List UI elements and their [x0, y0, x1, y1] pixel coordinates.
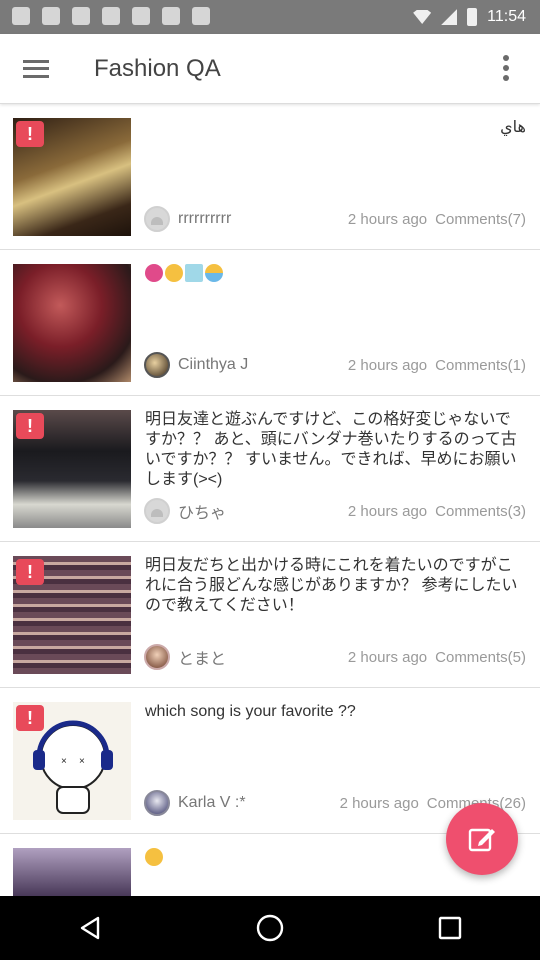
post-time: 2 hours ago [347, 648, 428, 666]
author-name[interactable]: ひちゃ [178, 499, 340, 523]
post-time: 2 hours ago [347, 210, 428, 228]
question-thumbnail[interactable]: ! [13, 118, 131, 236]
compose-icon [468, 828, 495, 852]
comments-count[interactable]: Comments(1) [435, 357, 526, 374]
menu-button[interactable] [0, 34, 72, 104]
question-item[interactable]: ! 明日友だちと出かける時にこれを着たいのですがこれに合う服どんな感じがあります… [0, 542, 540, 688]
question-text: which song is your favorite ?? [145, 703, 356, 720]
avatar[interactable] [144, 206, 170, 232]
wrench-icon [42, 7, 60, 25]
page-title: Fashion QA [94, 54, 221, 82]
wrench-icon [12, 7, 30, 25]
question-meta: Ciinthya J 2 hours ago Comments(1) [144, 352, 526, 378]
cocktail-emoji-icon [185, 264, 203, 282]
question-meta: rrrrrrrrrr 2 hours ago Comments(7) [144, 206, 526, 232]
battery-icon [467, 8, 478, 26]
alert-icon[interactable]: ! [16, 413, 44, 439]
heart-eyes-emoji-icon [145, 848, 163, 866]
svg-text:×: × [79, 756, 85, 767]
recents-square-icon [438, 916, 462, 940]
post-time: 2 hours ago [347, 356, 428, 374]
comments-count[interactable]: Comments(5) [435, 649, 526, 666]
question-feed[interactable]: ! هاي rrrrrrrrrr 2 hours ago Comments(7)… [0, 104, 540, 896]
question-thumbnail[interactable]: × × ! [13, 702, 131, 820]
svg-text:×: × [61, 756, 67, 767]
author-name[interactable]: Ciinthya J [178, 356, 340, 374]
signal-icon [441, 9, 458, 25]
back-button[interactable] [60, 898, 120, 958]
back-triangle-icon [80, 916, 100, 940]
file-icon [162, 7, 180, 25]
status-time: 11:54 [487, 8, 526, 25]
heart-eyes-emoji-icon [165, 264, 183, 282]
question-meta: とまと 2 hours ago Comments(5) [144, 644, 526, 670]
question-text: هاي [500, 119, 526, 136]
question-thumbnail[interactable]: ! [13, 556, 131, 674]
question-thumbnail[interactable]: ! [13, 410, 131, 528]
notification-icons [12, 7, 210, 25]
question-text [145, 264, 526, 282]
mail-icon [192, 7, 210, 25]
wifi-icon [413, 10, 432, 24]
alert-icon[interactable]: ! [16, 559, 44, 585]
alert-icon[interactable]: ! [16, 121, 44, 147]
question-text: 明日友だちと出かける時にこれを着たいのですがこれに合う服どんな感じがありますか？… [145, 557, 518, 614]
post-time: 2 hours ago [347, 502, 428, 520]
system-nav-bar [0, 896, 540, 960]
comments-count[interactable]: Comments(7) [435, 211, 526, 228]
overflow-menu-button[interactable] [486, 48, 526, 88]
avatar[interactable] [144, 790, 170, 816]
author-name[interactable]: rrrrrrrrrr [178, 210, 340, 228]
image-icon [102, 7, 120, 25]
question-thumbnail[interactable] [13, 848, 131, 896]
compose-question-button[interactable] [446, 803, 518, 875]
app-bar: Fashion QA [0, 34, 540, 104]
more-vert-icon [503, 55, 509, 61]
recents-button[interactable] [420, 898, 480, 958]
lips-emoji-icon [145, 264, 163, 282]
question-item[interactable]: Ciinthya J 2 hours ago Comments(1) [0, 250, 540, 396]
question-item[interactable]: ! 明日友達と遊ぶんですけど、この格好変じゃないですか？？ あと、頭にバンダナ巻… [0, 396, 540, 542]
question-meta: ひちゃ 2 hours ago Comments(3) [144, 498, 526, 524]
hamburger-icon [23, 59, 49, 78]
comments-count[interactable]: Comments(3) [435, 503, 526, 520]
status-bar: 11:54 [0, 0, 540, 34]
sunrise-emoji-icon [205, 264, 223, 282]
author-name[interactable]: とまと [178, 645, 340, 669]
file-icon [132, 7, 150, 25]
emoji-row [145, 264, 526, 282]
avatar[interactable] [144, 498, 170, 524]
image-icon [72, 7, 90, 25]
author-name[interactable]: Karla V :* [178, 794, 332, 812]
question-text: 明日友達と遊ぶんですけど、この格好変じゃないですか？？ あと、頭にバンダナ巻いた… [145, 411, 517, 488]
post-time: 2 hours ago [339, 794, 419, 812]
avatar[interactable] [144, 644, 170, 670]
alert-icon[interactable]: ! [16, 705, 44, 731]
question-item[interactable]: ! هاي rrrrrrrrrr 2 hours ago Comments(7) [0, 104, 540, 250]
home-button[interactable] [240, 898, 300, 958]
question-thumbnail[interactable] [13, 264, 131, 382]
avatar[interactable] [144, 352, 170, 378]
home-circle-icon [256, 914, 284, 942]
